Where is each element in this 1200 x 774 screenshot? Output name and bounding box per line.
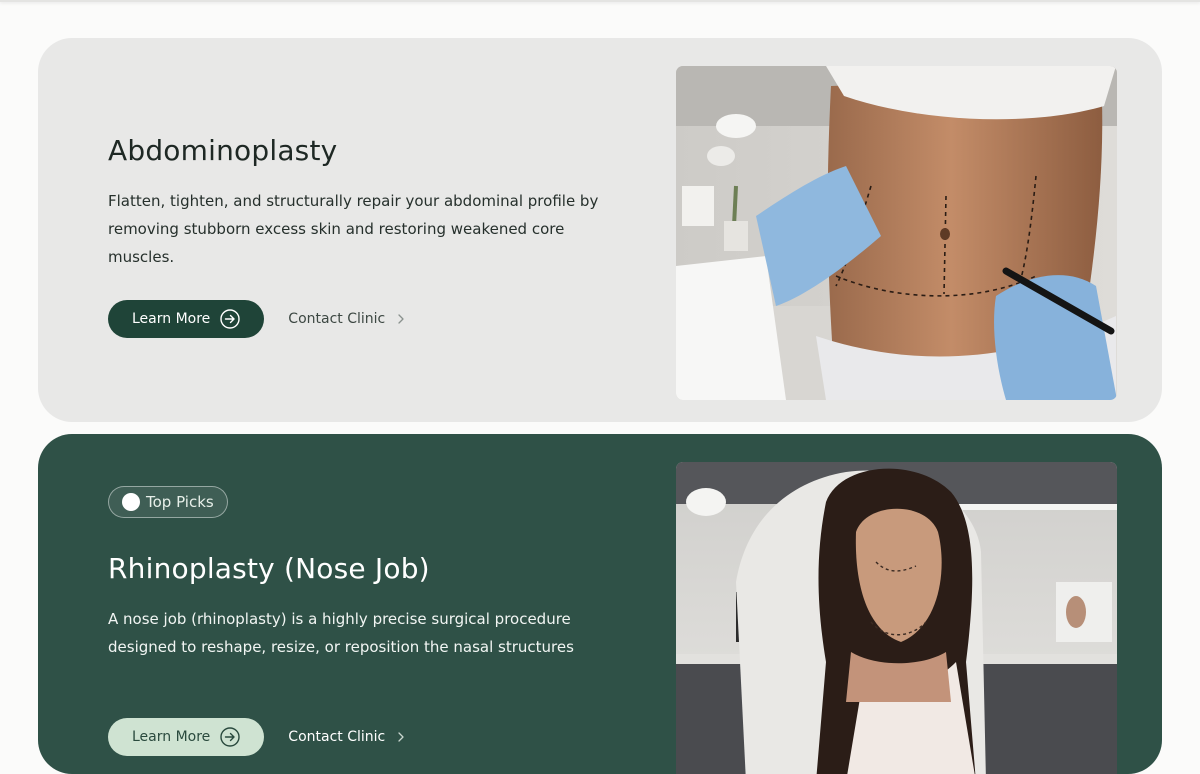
top-picks-badge: Top Picks: [108, 486, 228, 518]
description-line: Flatten, tighten, and structurally repai…: [108, 192, 599, 210]
arrow-circle-right-icon: [220, 309, 240, 329]
learn-more-button[interactable]: Learn More: [108, 300, 265, 338]
description-line: removing stubborn excess skin and restor…: [108, 220, 565, 266]
procedure-description: Flatten, tighten, and structurally repai…: [108, 187, 628, 271]
contact-clinic-link[interactable]: Contact Clinic: [288, 729, 405, 745]
procedure-text: Rhinoplasty (Nose Job) A nose job (rhino…: [108, 552, 628, 661]
top-header-edge: [0, 0, 1200, 2]
procedure-actions: Learn More Contact Clinic: [108, 718, 405, 756]
learn-more-label: Learn More: [132, 729, 211, 745]
procedure-card-abdominoplasty: Abdominoplasty Flatten, tighten, and str…: [38, 38, 1162, 422]
learn-more-button[interactable]: Learn More: [108, 718, 265, 756]
contact-clinic-label: Contact Clinic: [288, 729, 386, 745]
description-line: designed to reshape, resize, or repositi…: [108, 638, 574, 656]
procedure-text: Abdominoplasty Flatten, tighten, and str…: [108, 134, 628, 271]
chevron-right-icon: [398, 732, 404, 742]
arrow-circle-right-icon: [220, 727, 240, 747]
procedure-description: A nose job (rhinoplasty) is a highly pre…: [108, 605, 628, 661]
badge-dot-icon: [122, 493, 140, 511]
description-line: A nose job (rhinoplasty) is a highly pre…: [108, 610, 571, 628]
rhinoplasty-photo: [676, 462, 1117, 774]
procedure-actions: Learn More Contact Clinic: [108, 300, 405, 338]
contact-clinic-link[interactable]: Contact Clinic: [288, 311, 405, 327]
badge-label: Top Picks: [146, 493, 214, 511]
procedure-title: Abdominoplasty: [108, 134, 338, 167]
learn-more-label: Learn More: [132, 311, 211, 327]
procedure-title: Rhinoplasty (Nose Job): [108, 552, 430, 585]
contact-clinic-label: Contact Clinic: [288, 311, 386, 327]
procedure-card-rhinoplasty: Top Picks Rhinoplasty (Nose Job) A nose …: [38, 434, 1162, 774]
abdominoplasty-photo: [676, 66, 1117, 400]
chevron-right-icon: [398, 314, 404, 324]
